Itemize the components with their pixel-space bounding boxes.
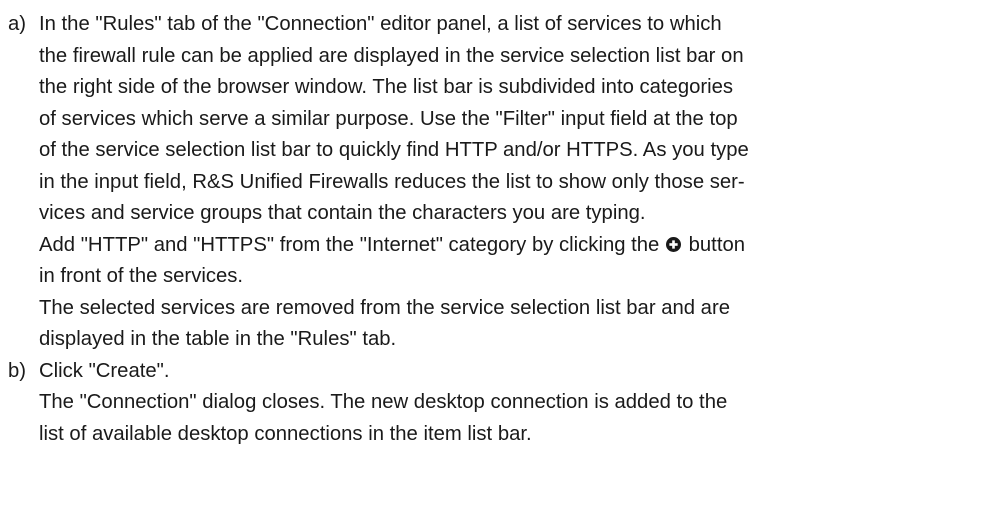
step-a-marker: a) (8, 13, 27, 35)
step-a-line-2: the firewall rule can be applied are dis… (39, 44, 744, 67)
step-a-line-6: in the input field, R&S Unified Firewall… (39, 170, 745, 193)
step-a-add-cont: in front of the services. (39, 265, 244, 287)
step-a-line-5: of the service selection list bar to qui… (39, 139, 749, 161)
step-b-result-1: The "Connection" dialog closes. The new … (39, 391, 728, 413)
step-a-line-4: of services which serve a similar purpos… (39, 107, 738, 130)
step-a-line-1: In the "Rules" tab of the "Connection" e… (39, 13, 722, 35)
step-b: b) Click "Create". The "Connection" dial… (0, 356, 1006, 451)
step-a-line-3: the right side of the browser window. Th… (39, 76, 734, 98)
step-a-add-text: Add "HTTP" and "HTTPS" from the "Interne… (39, 233, 660, 256)
step-b-result-2: list of available desktop connections in… (39, 422, 532, 445)
step-a: a) In the "Rules" tab of the "Connection… (0, 9, 1006, 356)
step-b-marker: b) (8, 359, 27, 382)
step-b-line-1: Click "Create". (39, 359, 170, 382)
plus-circle-icon (665, 236, 681, 252)
document-page: a) In the "Rules" tab of the "Connection… (0, 0, 1006, 516)
step-a-result-2: displayed in the table in the "Rules" ta… (39, 328, 397, 350)
step-a-result-1: The selected services are removed from t… (39, 296, 730, 319)
step-a-add-instruction: Add "HTTP" and "HTTPS" from the "Interne… (39, 230, 1006, 262)
step-a-line-7: vices and service groups that contain th… (39, 202, 646, 224)
step-a-add-text-end: button (688, 233, 746, 256)
